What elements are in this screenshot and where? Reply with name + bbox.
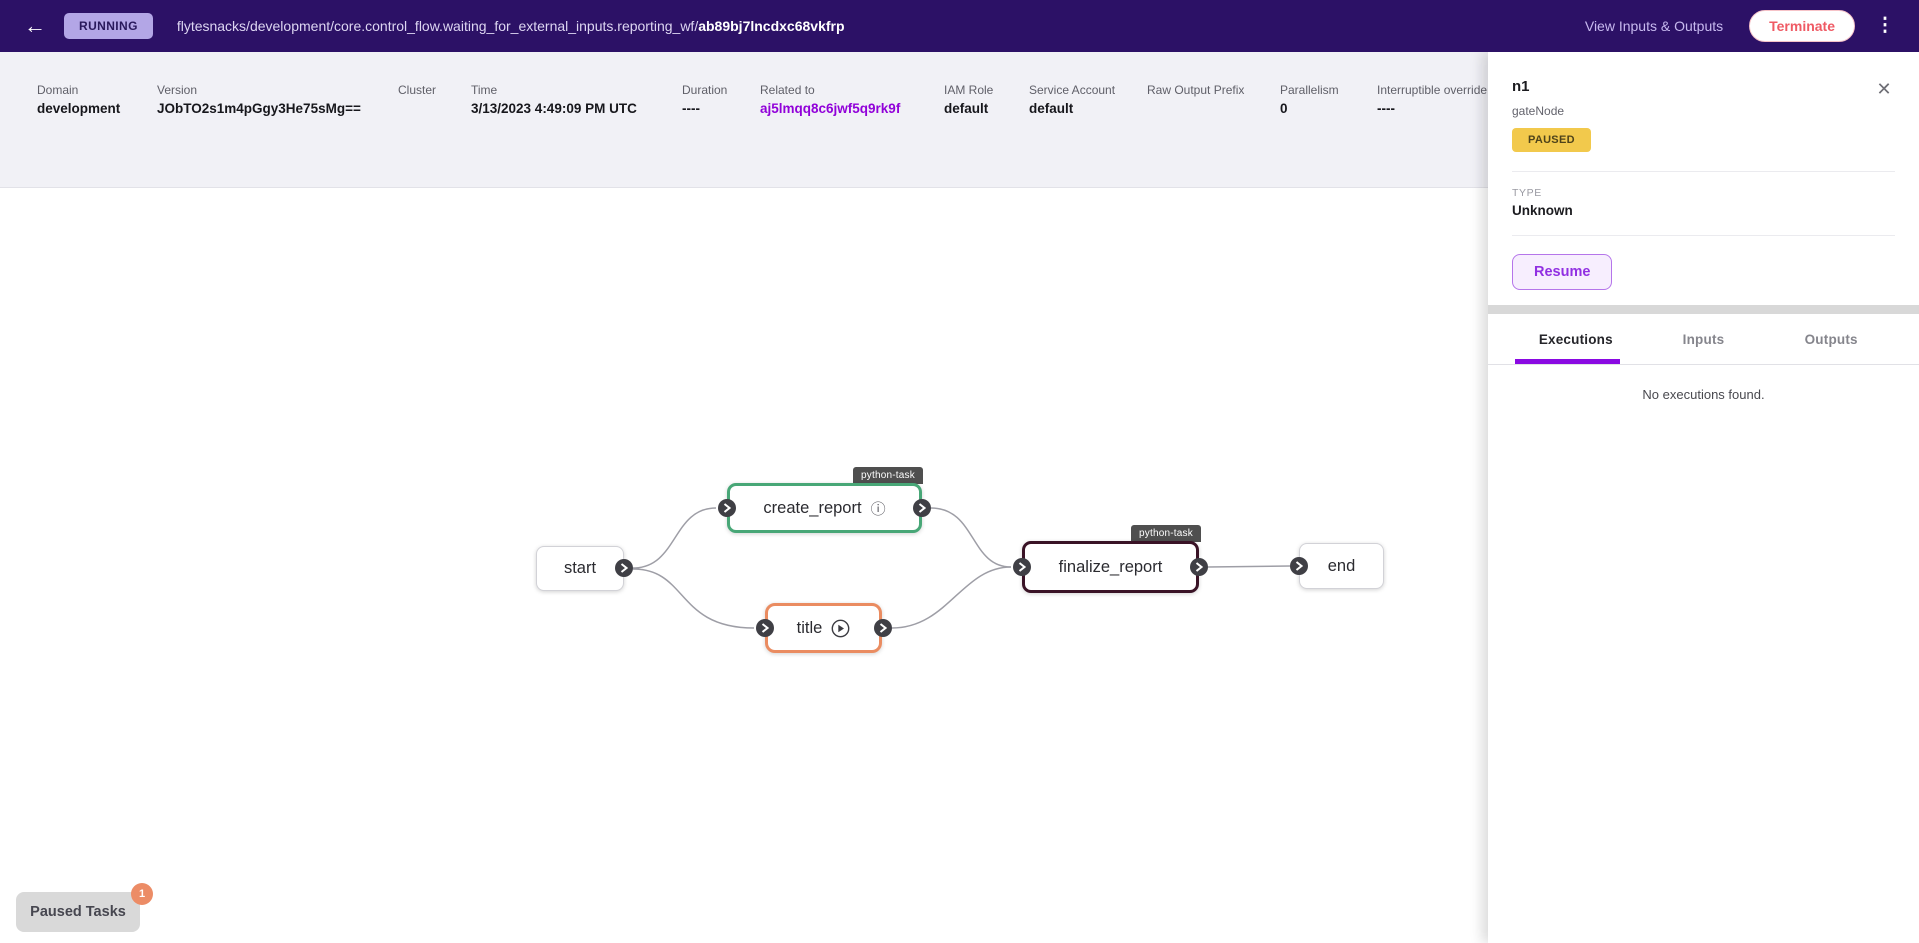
node-label: end (1328, 557, 1356, 576)
type-value: Unknown (1512, 203, 1895, 218)
meta-label: Duration (682, 83, 727, 97)
meta-label: Raw Output Prefix (1147, 83, 1244, 97)
type-section: TYPE Unknown (1488, 172, 1919, 218)
port-create-report-in[interactable] (718, 499, 736, 517)
tab-inputs[interactable]: Inputs (1640, 314, 1768, 364)
tab-outputs[interactable]: Outputs (1767, 314, 1895, 364)
execution-status-badge: RUNNING (64, 13, 153, 39)
meta-label: Domain (37, 83, 120, 97)
divider (1512, 235, 1895, 236)
meta-value: ---- (682, 101, 727, 117)
meta-value: 3/13/2023 4:49:09 PM UTC (471, 101, 637, 117)
meta-label: Version (157, 83, 361, 97)
meta-field-time: Time 3/13/2023 4:49:09 PM UTC (471, 83, 637, 117)
flyte-console: ← RUNNING flytesnacks/development/core.c… (0, 0, 1919, 943)
kebab-icon: ⋮ (1876, 15, 1895, 36)
meta-field-duration: Duration ---- (682, 83, 727, 117)
meta-value (1147, 101, 1244, 117)
panel-header: n1 gateNode ✕ (1488, 52, 1919, 118)
graph-node-start[interactable]: start (536, 546, 624, 591)
graph-edges (0, 189, 1490, 943)
port-start-out[interactable] (615, 559, 633, 577)
back-arrow-icon: ← (24, 13, 46, 39)
node-label: title (797, 619, 823, 638)
meta-field-raw-output-prefix: Raw Output Prefix (1147, 83, 1244, 117)
info-icon[interactable]: ⓘ (871, 498, 886, 519)
port-end-in[interactable] (1290, 557, 1308, 575)
meta-field-iam-role: IAM Role default (944, 83, 993, 117)
back-button[interactable]: ← (20, 11, 50, 41)
meta-field-interruptible-override: Interruptible override ---- (1377, 83, 1487, 117)
meta-value (398, 101, 436, 117)
node-id-title: n1 (1512, 78, 1895, 95)
graph-node-end[interactable]: end (1299, 543, 1384, 589)
graph-node-create-report[interactable]: create_report ⓘ (727, 483, 922, 533)
meta-label: IAM Role (944, 83, 993, 97)
play-icon[interactable] (831, 619, 850, 638)
port-title-out[interactable] (874, 619, 892, 637)
meta-label: Interruptible override (1377, 83, 1487, 97)
port-title-in[interactable] (756, 619, 774, 637)
task-type-tag: python-task (1131, 525, 1201, 542)
meta-value: ---- (1377, 101, 1487, 117)
meta-value: development (37, 101, 120, 117)
meta-label: Parallelism (1280, 83, 1339, 97)
port-finalize-report-out[interactable] (1190, 558, 1208, 576)
node-status-badge: PAUSED (1512, 128, 1591, 152)
panel-section-divider (1488, 305, 1919, 314)
meta-label: Service Account (1029, 83, 1115, 97)
meta-label: Time (471, 83, 637, 97)
view-inputs-outputs-link[interactable]: View Inputs & Outputs (1585, 18, 1723, 34)
tab-executions[interactable]: Executions (1512, 314, 1640, 364)
meta-field-version: Version JObTO2s1m4pGgy3He75sMg== (157, 83, 361, 117)
node-details-panel: n1 gateNode ✕ PAUSED TYPE Unknown Resume… (1488, 52, 1919, 943)
terminate-button[interactable]: Terminate (1749, 10, 1855, 42)
port-finalize-report-in[interactable] (1013, 558, 1031, 576)
meta-field-domain: Domain development (37, 83, 120, 117)
meta-field-parallelism: Parallelism 0 (1280, 83, 1339, 117)
close-panel-button[interactable]: ✕ (1873, 78, 1895, 100)
more-options-button[interactable]: ⋮ (1871, 11, 1899, 41)
node-label: create_report (763, 499, 861, 518)
panel-tabs: Executions Inputs Outputs (1488, 314, 1919, 365)
port-create-report-out[interactable] (913, 499, 931, 517)
task-type-tag: python-task (853, 467, 923, 484)
breadcrumb-path: flytesnacks/development/core.control_flo… (177, 18, 698, 34)
close-icon: ✕ (1876, 79, 1891, 99)
meta-label: Cluster (398, 83, 436, 97)
meta-value: default (1029, 101, 1115, 117)
execution-topbar: ← RUNNING flytesnacks/development/core.c… (0, 0, 1919, 52)
meta-field-related-to: Related to aj5lmqq8c6jwf5q9rk9f (760, 83, 900, 117)
breadcrumb-execution-id: ab89bj7lncdxc68vkfrp (698, 18, 844, 34)
graph-node-finalize-report[interactable]: finalize_report (1022, 541, 1199, 593)
breadcrumb: flytesnacks/development/core.control_flo… (177, 18, 1585, 34)
type-label: TYPE (1512, 187, 1895, 199)
node-kind: gateNode (1512, 104, 1895, 118)
node-label: finalize_report (1059, 558, 1163, 577)
empty-executions-message: No executions found. (1488, 387, 1919, 402)
meta-field-cluster: Cluster (398, 83, 436, 117)
node-label: start (564, 559, 596, 578)
meta-value: default (944, 101, 993, 117)
graph-node-title[interactable]: title (765, 603, 882, 653)
meta-label: Related to (760, 83, 900, 97)
related-execution-link[interactable]: aj5lmqq8c6jwf5q9rk9f (760, 101, 900, 117)
resume-button[interactable]: Resume (1512, 254, 1612, 290)
meta-value: 0 (1280, 101, 1339, 117)
meta-field-service-account: Service Account default (1029, 83, 1115, 117)
meta-value: JObTO2s1m4pGgy3He75sMg== (157, 101, 361, 117)
